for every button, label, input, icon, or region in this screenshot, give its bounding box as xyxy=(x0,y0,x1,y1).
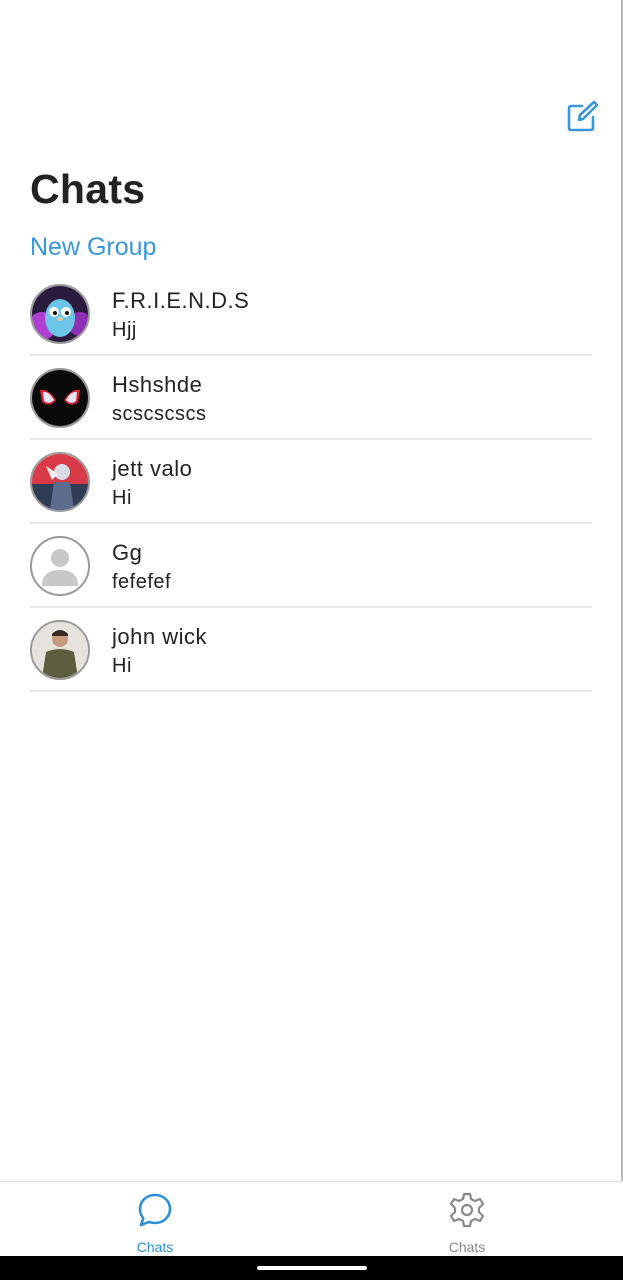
compose-icon[interactable] xyxy=(565,100,599,134)
chat-name: jett valo xyxy=(112,456,193,481)
chat-row[interactable]: john wick Hi xyxy=(30,608,592,692)
chat-name: F.R.I.E.N.D.S xyxy=(112,288,250,313)
chat-bubble-icon xyxy=(138,1193,172,1227)
new-group-link[interactable]: New Group xyxy=(30,233,156,262)
chat-last-message: Hi xyxy=(112,655,132,677)
chat-row[interactable]: Gg fefefef xyxy=(30,524,592,608)
chat-last-message: fefefef xyxy=(112,571,172,593)
chat-last-message: scscscscs xyxy=(112,403,207,425)
tab-chats[interactable]: Chats xyxy=(95,1182,215,1257)
chat-last-message: Hjj xyxy=(112,319,137,341)
chat-name: Hshshde xyxy=(112,372,203,397)
chat-row[interactable]: F.R.I.E.N.D.S Hjj xyxy=(30,284,592,356)
tab-label: Chats xyxy=(448,1239,486,1255)
character-art-avatar xyxy=(30,452,90,512)
tab-settings[interactable]: Chats xyxy=(407,1182,527,1257)
chat-last-message: Hi xyxy=(112,487,132,509)
default-person-avatar xyxy=(30,536,90,596)
chat-name: Gg xyxy=(112,540,143,565)
chat-row[interactable]: Hshshde scscscscs xyxy=(30,356,592,440)
bottom-navigation: Chats Chats xyxy=(0,1181,623,1257)
tab-label: Chats xyxy=(136,1239,174,1255)
chat-name: john wick xyxy=(112,624,207,649)
gear-icon xyxy=(449,1192,485,1228)
page-title: Chats xyxy=(30,166,146,212)
spider-mask-avatar xyxy=(30,368,90,428)
chat-row[interactable]: jett valo Hi xyxy=(30,440,592,524)
photo-avatar xyxy=(30,620,90,680)
chat-list: F.R.I.E.N.D.S Hjj Hshshde scscscscs jett… xyxy=(30,284,592,692)
home-indicator[interactable] xyxy=(257,1266,367,1270)
gopher-avatar xyxy=(30,284,90,344)
